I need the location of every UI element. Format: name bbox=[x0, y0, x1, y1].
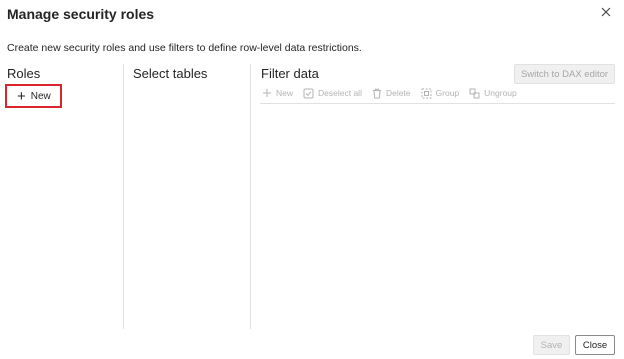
filter-new-button[interactable]: New bbox=[262, 88, 293, 98]
group-label: Group bbox=[435, 88, 460, 98]
deselect-all-label: Deselect all bbox=[318, 88, 362, 98]
new-role-button[interactable]: + New bbox=[5, 84, 62, 108]
dialog-title: Manage security roles bbox=[7, 6, 155, 22]
column-divider bbox=[250, 64, 251, 329]
delete-label: Delete bbox=[385, 88, 411, 98]
trash-icon bbox=[372, 88, 381, 98]
plus-icon: + bbox=[17, 87, 26, 105]
plus-icon bbox=[263, 89, 271, 97]
close-icon[interactable] bbox=[600, 6, 614, 20]
filter-new-label: New bbox=[276, 88, 294, 98]
save-button[interactable]: Save bbox=[533, 335, 570, 355]
deselect-all-button[interactable]: Deselect all bbox=[303, 88, 362, 99]
dialog-subtitle: Create new security roles and use filter… bbox=[7, 42, 362, 54]
roles-heading: Roles bbox=[7, 66, 41, 81]
column-divider bbox=[123, 64, 124, 329]
group-icon bbox=[421, 88, 432, 98]
toolbar-divider bbox=[260, 103, 615, 104]
delete-button[interactable]: Delete bbox=[372, 88, 411, 99]
ungroup-button[interactable]: Ungroup bbox=[469, 88, 517, 99]
ungroup-label: Ungroup bbox=[484, 88, 517, 98]
close-button[interactable]: Close bbox=[575, 335, 615, 355]
switch-to-dax-editor-button[interactable]: Switch to DAX editor bbox=[514, 64, 615, 84]
group-button[interactable]: Group bbox=[421, 88, 460, 99]
new-role-label: New bbox=[30, 90, 51, 102]
manage-security-roles-dialog: Manage security roles Create new securit… bbox=[0, 0, 624, 359]
checkbox-icon bbox=[303, 88, 314, 98]
filter-toolbar: New Deselect all Delete Group Ungroup bbox=[262, 86, 527, 100]
filter-data-heading: Filter data bbox=[261, 66, 319, 81]
ungroup-icon bbox=[469, 88, 480, 98]
select-tables-heading: Select tables bbox=[133, 66, 208, 81]
